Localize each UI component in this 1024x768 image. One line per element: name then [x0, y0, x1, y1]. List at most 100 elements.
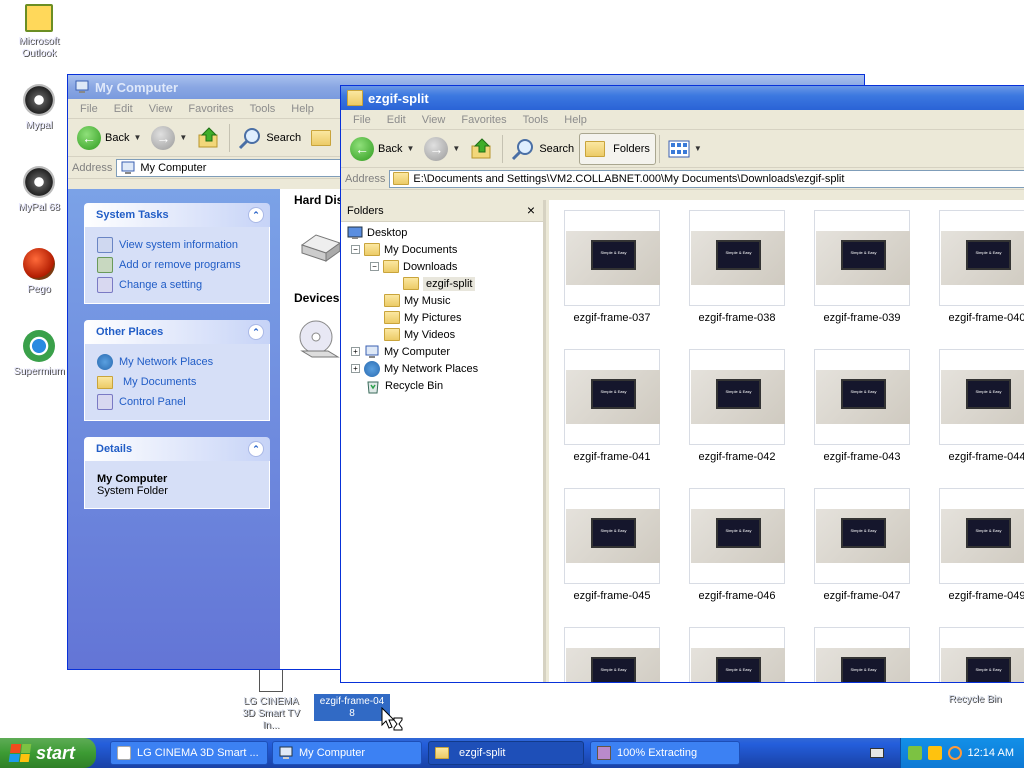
search-label: Search	[539, 142, 575, 155]
menu-tools[interactable]: Tools	[515, 114, 557, 126]
tree-item-my-music[interactable]: My Music	[384, 292, 450, 309]
taskbar-item-extracting[interactable]: 100% Extracting	[590, 741, 740, 765]
panel-header[interactable]: Details ⌃	[84, 437, 270, 461]
file-thumbnail[interactable]: Simple & Easy	[938, 627, 1024, 682]
collapse-icon[interactable]: ⌃	[248, 207, 264, 223]
place-control-panel[interactable]: Control Panel	[97, 392, 257, 412]
tree-item-desktop[interactable]: Desktop	[347, 224, 407, 241]
speaker-tray-icon[interactable]	[927, 746, 942, 760]
ezgif-split-window[interactable]: ezgif-split File Edit View Favorites Too…	[340, 85, 1024, 683]
search-tray-icon[interactable]	[947, 746, 962, 760]
collapse-icon[interactable]: −	[370, 262, 379, 271]
place-my-documents[interactable]: My Documents	[97, 372, 257, 392]
forward-button[interactable]: → ▼	[419, 133, 465, 165]
tree-item-my-documents[interactable]: − My Documents	[351, 241, 457, 258]
taskbar-item-lg-video[interactable]: LG CINEMA 3D Smart ...	[110, 741, 268, 765]
cd-drive-icon[interactable]	[298, 319, 342, 363]
file-thumbnail[interactable]: Simple & Easy ezgif-frame-044	[938, 349, 1024, 463]
file-thumbnail[interactable]: Simple & Easy ezgif-frame-040	[938, 210, 1024, 324]
file-thumbnail[interactable]: Simple & Easy	[563, 627, 661, 682]
tree-item-network-places[interactable]: + My Network Places	[351, 360, 478, 377]
file-thumbnail[interactable]: Simple & Easy ezgif-frame-046	[688, 488, 786, 602]
expand-icon[interactable]: +	[351, 347, 360, 356]
tree-item-recycle-bin[interactable]: Recycle Bin	[365, 377, 443, 394]
ezgif-split-titlebar[interactable]: ezgif-split	[341, 86, 1024, 110]
file-name: ezgif-frame-045	[573, 590, 651, 602]
panel-header[interactable]: System Tasks ⌃	[84, 203, 270, 227]
menu-edit[interactable]: Edit	[379, 114, 414, 126]
desktop-icon-outlook[interactable]: Microsoft Outlook	[4, 4, 74, 60]
file-thumbnail[interactable]: Simple & Easy ezgif-frame-045	[563, 488, 661, 602]
taskbar-item-ezgif-split[interactable]: ezgif-split	[428, 741, 584, 765]
file-thumbnail[interactable]: Simple & Easy	[813, 627, 911, 682]
search-button[interactable]: Search	[506, 133, 579, 165]
desktop-icon-mypal[interactable]: Mypal	[4, 84, 74, 132]
menu-view[interactable]: View	[141, 103, 181, 115]
tree-item-ezgif-split[interactable]: ezgif-split	[403, 275, 476, 292]
desktop-icon-recycle-bin[interactable]: Recycle Bin	[940, 680, 1010, 706]
network-tray-icon[interactable]	[907, 746, 922, 760]
menu-file[interactable]: File	[72, 103, 106, 115]
back-arrow-icon: ←	[350, 136, 374, 161]
menu-help[interactable]: Help	[556, 114, 595, 126]
file-thumbnail[interactable]: Simple & Easy ezgif-frame-039	[813, 210, 911, 324]
collapse-icon[interactable]: −	[351, 245, 360, 254]
back-button[interactable]: ← Back ▼	[72, 122, 146, 154]
my-documents-icon	[97, 375, 113, 389]
place-network[interactable]: My Network Places	[97, 352, 257, 372]
tv-image-icon: Simple & Easy	[716, 240, 761, 270]
hard-disk-icon[interactable]	[298, 229, 342, 265]
collapse-icon[interactable]: ⌃	[248, 441, 264, 457]
tree-label: Recycle Bin	[385, 379, 444, 392]
search-button[interactable]: Search	[233, 122, 306, 154]
desktop-icon-mypal68[interactable]: MyPal 68	[4, 166, 74, 214]
tv-text: Simple & Easy	[725, 528, 752, 533]
desktop-icon-supermium[interactable]: Supermium	[4, 330, 74, 378]
menu-edit[interactable]: Edit	[106, 103, 141, 115]
file-thumbnail[interactable]: Simple & Easy	[688, 627, 786, 682]
start-button[interactable]: start	[0, 738, 96, 768]
tree-item-my-videos[interactable]: My Videos	[384, 326, 455, 343]
expand-icon[interactable]: +	[351, 364, 360, 373]
file-thumbnail[interactable]: Simple & Easy ezgif-frame-049	[938, 488, 1024, 602]
up-folder-button[interactable]	[465, 133, 499, 165]
address-input[interactable]: E:\Documents and Settings\VM2.COLLABNET.…	[389, 169, 1024, 188]
menu-view[interactable]: View	[414, 114, 454, 126]
taskbar-item-my-computer[interactable]: My Computer	[272, 741, 422, 765]
menu-file[interactable]: File	[345, 114, 379, 126]
tree-item-my-pictures[interactable]: My Pictures	[384, 309, 461, 326]
menu-favorites[interactable]: Favorites	[453, 114, 514, 126]
folder-icon	[393, 172, 410, 185]
tv-text: Simple & Easy	[850, 250, 877, 255]
desktop-icon-label: Recycle Bin	[948, 694, 1002, 705]
address-value: E:\Documents and Settings\VM2.COLLABNET.…	[413, 172, 845, 185]
tree-item-downloads[interactable]: − Downloads	[370, 258, 457, 275]
folders-button[interactable]: Folders	[579, 132, 656, 165]
desktop-icon-pego[interactable]: Pego	[4, 248, 74, 296]
forward-button[interactable]: → ▼	[146, 122, 192, 154]
collapse-icon[interactable]: ⌃	[248, 324, 264, 340]
supermium-icon	[23, 330, 55, 362]
file-thumbnail[interactable]: Simple & Easy ezgif-frame-042	[688, 349, 786, 463]
task-change-setting[interactable]: Change a setting	[97, 275, 257, 295]
task-add-remove-programs[interactable]: Add or remove programs	[97, 255, 257, 275]
up-folder-button[interactable]	[192, 122, 226, 154]
desktop-icon-video[interactable]: LG CINEMA 3D Smart TV In...	[236, 664, 306, 732]
file-thumbnail[interactable]: Simple & Easy ezgif-frame-043	[813, 349, 911, 463]
menu-help[interactable]: Help	[283, 103, 322, 115]
menu-favorites[interactable]: Favorites	[180, 103, 241, 115]
thumbnail-frame: Simple & Easy	[814, 349, 910, 445]
views-button[interactable]: ▼	[663, 133, 707, 165]
close-icon[interactable]: ×	[527, 202, 535, 218]
tv-image-icon: Simple & Easy	[716, 379, 761, 409]
task-view-system-info[interactable]: View system information	[97, 235, 257, 255]
file-thumbnail[interactable]: Simple & Easy ezgif-frame-041	[563, 349, 661, 463]
file-thumbnail[interactable]: Simple & Easy ezgif-frame-037	[563, 210, 661, 324]
keyboard-icon[interactable]	[870, 748, 884, 758]
file-thumbnail[interactable]: Simple & Easy ezgif-frame-047	[813, 488, 911, 602]
tree-item-my-computer[interactable]: + My Computer	[351, 343, 450, 360]
back-button[interactable]: ← Back ▼	[345, 133, 419, 165]
panel-header[interactable]: Other Places ⌃	[84, 320, 270, 344]
menu-tools[interactable]: Tools	[242, 103, 284, 115]
file-thumbnail[interactable]: Simple & Easy ezgif-frame-038	[688, 210, 786, 324]
